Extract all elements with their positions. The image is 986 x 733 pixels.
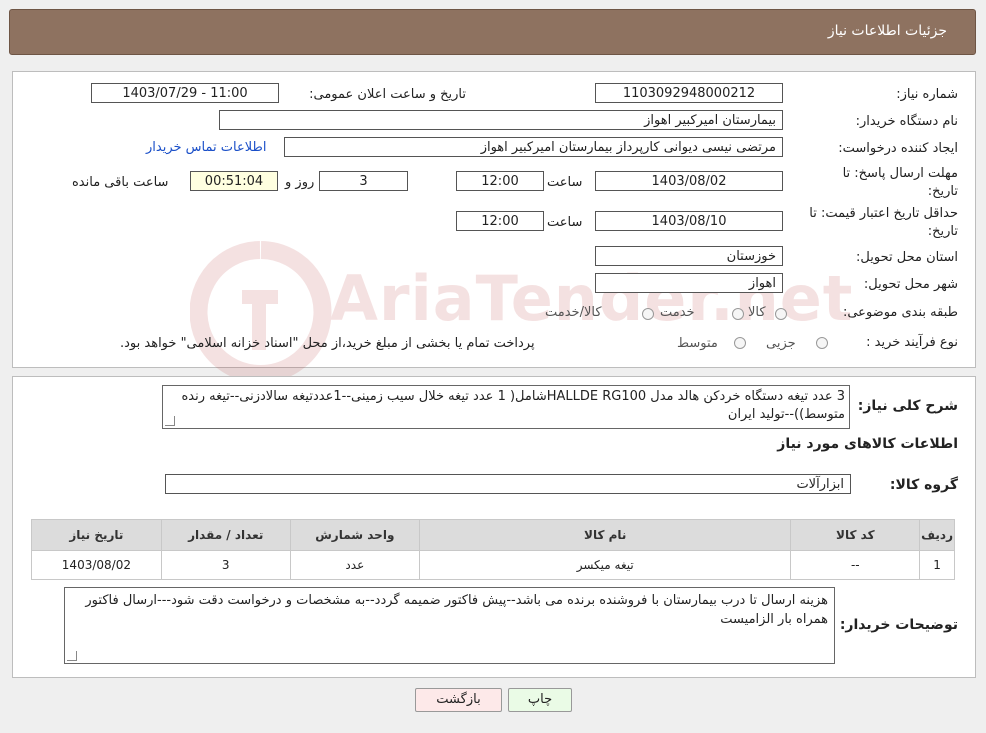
need-number-field: 1103092948000212 bbox=[595, 83, 783, 103]
resize-handle[interactable] bbox=[67, 651, 77, 661]
buyer-org-label: نام دستگاه خریدار: bbox=[855, 114, 958, 129]
remaining-time-label: ساعت باقی مانده bbox=[72, 175, 169, 190]
requester-field: مرتضی نیسی دیوانی کارپرداز بیمارستان امی… bbox=[284, 137, 783, 157]
goods-table: ردیف کد کالا نام کالا واحد شمارش تعداد /… bbox=[31, 519, 955, 580]
col-code: کد کالا bbox=[790, 519, 921, 551]
deadline-label: مهلت ارسال پاسخ: تا bbox=[842, 166, 958, 181]
buyer-contact-link[interactable]: اطلاعات تماس خریدار bbox=[146, 140, 266, 155]
col-row: ردیف bbox=[919, 519, 955, 551]
col-date: تاریخ نیاز bbox=[31, 519, 162, 551]
validity-time-label: ساعت bbox=[547, 215, 583, 230]
validity-date-field: 1403/08/10 bbox=[595, 211, 783, 231]
back-button[interactable]: بازگشت bbox=[415, 688, 502, 712]
days-field: 3 bbox=[319, 171, 408, 191]
col-name: نام کالا bbox=[418, 519, 792, 551]
print-button[interactable]: چاپ bbox=[508, 688, 572, 712]
table-header-row: ردیف کد کالا نام کالا واحد شمارش تعداد /… bbox=[31, 519, 955, 551]
table-row: 1 -- تیغه میکسر عدد 3 1403/08/02 bbox=[31, 550, 955, 580]
days-label: روز و bbox=[285, 175, 315, 190]
buyer-org-field: بیمارستان امیرکبیر اهواز bbox=[219, 110, 783, 130]
cell-qty: 3 bbox=[160, 550, 291, 580]
category-service-radio[interactable] bbox=[732, 308, 744, 320]
cell-row: 1 bbox=[919, 550, 955, 580]
category-goods-radio[interactable] bbox=[775, 308, 787, 320]
process-medium-radio[interactable] bbox=[734, 337, 746, 349]
category-both-radio[interactable] bbox=[642, 308, 654, 320]
city-label: شهر محل تحویل: bbox=[863, 277, 958, 292]
deadline-time-field: 12:00 bbox=[456, 171, 544, 191]
cell-code: -- bbox=[790, 550, 921, 580]
city-field: اهواز bbox=[595, 273, 783, 293]
buyer-notes-textarea: هزینه ارسال تا درب بیمارستان با فروشنده … bbox=[64, 587, 835, 664]
province-label: استان محل تحویل: bbox=[856, 250, 958, 265]
requester-label: ایجاد کننده درخواست: bbox=[838, 141, 958, 156]
goods-info-title: اطلاعات کالاهای مورد نیاز bbox=[777, 436, 958, 452]
goods-group-field: ابزارآلات bbox=[165, 474, 851, 494]
col-unit: واحد شمارش bbox=[289, 519, 420, 551]
validity-label: حداقل تاریخ اعتبار قیمت: تا bbox=[809, 206, 958, 221]
province-field: خوزستان bbox=[595, 246, 783, 266]
process-note: پرداخت تمام یا بخشی از مبلغ خرید،از محل … bbox=[120, 336, 535, 351]
col-qty: تعداد / مقدار bbox=[160, 519, 291, 551]
deadline-time-label: ساعت bbox=[547, 175, 583, 190]
process-minor-radio[interactable] bbox=[816, 337, 828, 349]
cell-name: تیغه میکسر bbox=[418, 550, 792, 580]
page-title: جزئیات اطلاعات نیاز bbox=[827, 23, 947, 39]
buyer-notes-text: هزینه ارسال تا درب بیمارستان با فروشنده … bbox=[85, 593, 828, 627]
category-label: طبقه بندی موضوعی: bbox=[842, 305, 958, 320]
category-both-label: کالا/خدمت bbox=[545, 305, 602, 320]
goods-group-label: گروه کالا: bbox=[889, 477, 958, 493]
validity-time-field: 12:00 bbox=[456, 211, 544, 231]
cell-unit: عدد bbox=[289, 550, 420, 580]
title-bar: جزئیات اطلاعات نیاز bbox=[9, 9, 976, 55]
summary-textarea: 3 عدد تیغه دستگاه خردکن هالد مدل HALLDE … bbox=[162, 385, 850, 429]
remaining-time-field: 00:51:04 bbox=[190, 171, 278, 191]
deadline-label-date: تاریخ: bbox=[927, 184, 958, 199]
category-service-label: خدمت bbox=[660, 305, 695, 320]
summary-label: شرح کلی نیاز: bbox=[857, 398, 958, 414]
deadline-date-field: 1403/08/02 bbox=[595, 171, 783, 191]
resize-handle[interactable] bbox=[165, 416, 175, 426]
category-goods-label: کالا bbox=[748, 305, 766, 320]
cell-date: 1403/08/02 bbox=[31, 550, 162, 580]
process-medium-label: متوسط bbox=[677, 336, 718, 351]
announce-datetime-label: تاریخ و ساعت اعلان عمومی: bbox=[309, 87, 466, 102]
buyer-notes-label: توضیحات خریدار: bbox=[839, 617, 958, 633]
announce-datetime-field: 1403/07/29 - 11:00 bbox=[91, 83, 279, 103]
validity-label-date: تاریخ: bbox=[927, 224, 958, 239]
process-minor-label: جزیی bbox=[766, 336, 796, 351]
summary-text: 3 عدد تیغه دستگاه خردکن هالد مدل HALLDE … bbox=[181, 389, 845, 422]
need-number-label: شماره نیاز: bbox=[896, 87, 958, 102]
process-label: نوع فرآیند خرید : bbox=[866, 335, 958, 350]
